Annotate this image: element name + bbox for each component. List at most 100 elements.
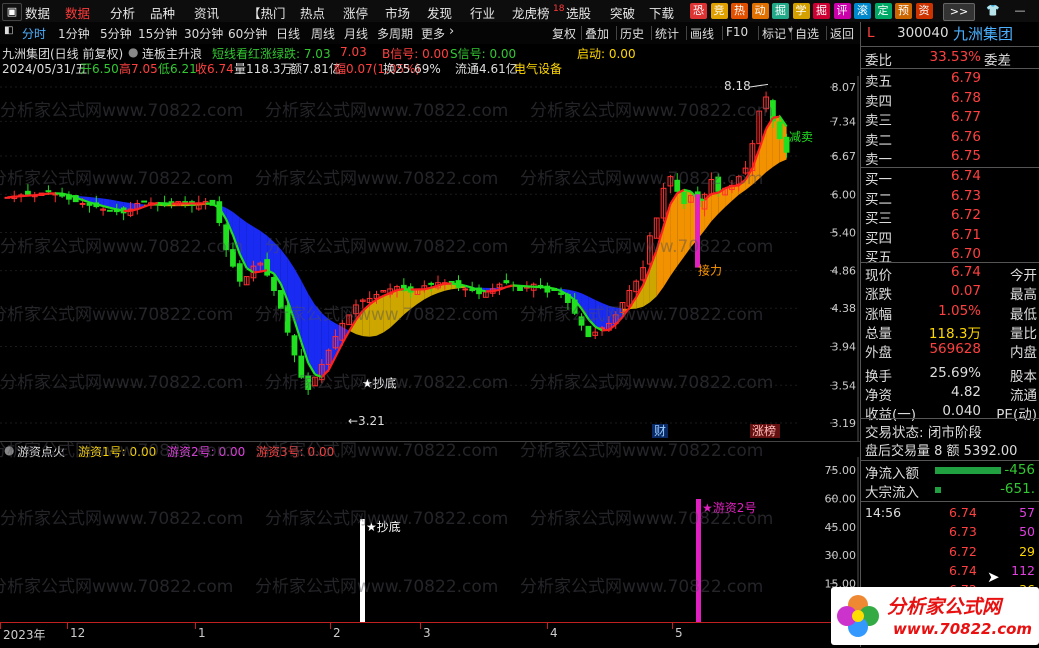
minimize-icon[interactable]: — [1010, 3, 1030, 19]
bid-row-3[interactable]: 买四6.71 [865, 227, 1037, 246]
toolbar-action-7[interactable]: 自选 [795, 25, 819, 42]
quick-button-7[interactable]: 评 [834, 3, 851, 19]
ask-row-2[interactable]: 卖三6.77 [865, 109, 1037, 128]
toolbar-action-5[interactable]: F10 [726, 25, 748, 39]
trend-line [479, 290, 486, 291]
ask-row-3[interactable]: 卖二6.76 [865, 129, 1037, 148]
site-logo: 分析家公式网 www.70822.com [831, 587, 1039, 645]
period-tab-5[interactable]: 60分钟 [228, 25, 267, 42]
tick-row-2: 6.7229 [865, 544, 1037, 563]
indicator-chart[interactable]: 75.0060.0045.0030.0015.00★抄底★游资2号 [0, 457, 860, 622]
ma-band [390, 290, 397, 328]
period-tab-6[interactable]: 日线 [276, 25, 300, 42]
stat-row-5: 换手25.69%股本 [865, 365, 1037, 384]
menu-item-10[interactable]: 行业 [470, 3, 495, 22]
date-axis: 2023年1212345 [0, 622, 860, 648]
net-inflow-row: 净流入额 -456 [865, 462, 1037, 481]
menu-item-0[interactable]: 数据 [25, 3, 50, 22]
y-tick-label: 60.00 [825, 492, 857, 505]
quick-button-2[interactable]: 热 [731, 3, 748, 19]
x-tick-mark [67, 623, 68, 629]
period-tab-3[interactable]: 15分钟 [138, 25, 177, 42]
period-tab-9[interactable]: 多周期 [377, 25, 413, 42]
ask-label: 卖三 [865, 109, 892, 129]
ask-price: 6.78 [951, 90, 981, 106]
menu-item-5[interactable]: 【热门 [248, 3, 286, 22]
menu-item-11[interactable]: 龙虎榜 [512, 3, 550, 22]
bid-row-1[interactable]: 买二6.73 [865, 188, 1037, 207]
ask-row-0[interactable]: 卖五6.79 [865, 70, 1037, 89]
toggle-icon[interactable]: ◧ [4, 25, 13, 36]
menu-item-3[interactable]: 品种 [150, 3, 175, 22]
menu-item-6[interactable]: 热点 [300, 3, 325, 22]
pinwheel-logo-icon [833, 591, 883, 641]
period-tab-7[interactable]: 周线 [311, 25, 335, 42]
toolbar-action-6[interactable]: 标记 [762, 25, 786, 42]
quick-button-4[interactable]: 掘 [772, 3, 789, 19]
candle-body [285, 306, 290, 332]
menu-item-8[interactable]: 市场 [385, 3, 410, 22]
x-tick-mark [420, 623, 421, 629]
quick-button-1[interactable]: 竞 [711, 3, 728, 19]
dropdown-icon: ▾ [788, 25, 793, 36]
toolbar-action-8[interactable]: 返回 [830, 25, 854, 42]
menu-item-7[interactable]: 涨停 [343, 3, 368, 22]
candle-body [237, 264, 242, 281]
menu-item-4[interactable]: 资讯 [194, 3, 219, 22]
trend-line [117, 209, 124, 211]
menu-item-12[interactable]: 选股 [566, 3, 591, 22]
period-tab-4[interactable]: 30分钟 [184, 25, 223, 42]
y-tick-label: 5.40 [832, 226, 857, 239]
period-tab-8[interactable]: 月线 [344, 25, 368, 42]
quick-button-10[interactable]: 预 [895, 3, 912, 19]
more-button[interactable]: >> [943, 3, 975, 21]
toolbar-action-0[interactable]: 复权 [552, 25, 576, 42]
kline-chart[interactable]: 8.077.346.676.005.404.864.383.943.543.19… [0, 76, 860, 441]
period-tab-10[interactable]: 更多 [421, 25, 445, 42]
ask-row-1[interactable]: 卖四6.78 [865, 90, 1037, 109]
quick-button-9[interactable]: 定 [875, 3, 892, 19]
divider [686, 26, 687, 40]
ask-label: 卖五 [865, 70, 892, 90]
menu-item-14[interactable]: 下载 [649, 3, 674, 22]
menu-item-2[interactable]: 分析 [110, 3, 135, 22]
stat-row-1: 涨跌0.07最高 [865, 283, 1037, 302]
ohlc-value-7: 换25.69% [383, 60, 441, 77]
period-tab-0[interactable]: 分时 [22, 25, 46, 42]
menu-item-1[interactable]: 数据 [65, 3, 90, 22]
shirt-icon[interactable]: 👕 [983, 3, 1003, 19]
quick-button-5[interactable]: 学 [793, 3, 810, 19]
toolbar-action-4[interactable]: 画线 [690, 25, 714, 42]
candle-body [675, 180, 680, 191]
signal-bar [360, 519, 365, 622]
candle-body [26, 191, 31, 194]
stat-label: 现价 [865, 264, 892, 284]
trend-line [144, 204, 151, 206]
period-tab-2[interactable]: 5分钟 [100, 25, 132, 42]
x-tick-1: 12 [70, 626, 85, 640]
logo-line2: www.70822.com [893, 620, 1032, 638]
quick-button-11[interactable]: 资 [916, 3, 933, 19]
quick-button-0[interactable]: 恐 [690, 3, 707, 19]
window-icon[interactable]: ▣ [2, 3, 22, 21]
menu-item-13[interactable]: 突破 [610, 3, 635, 22]
tick-price: 6.74 [949, 563, 977, 578]
toolbar-action-2[interactable]: 历史 [620, 25, 644, 42]
stat-tail: 今开 [1010, 264, 1037, 284]
period-tab-1[interactable]: 1分钟 [58, 25, 90, 42]
toolbar-action-3[interactable]: 统计 [655, 25, 679, 42]
bid-label: 买三 [865, 207, 892, 227]
trend-line [506, 285, 513, 287]
quick-button-8[interactable]: 滚 [854, 3, 871, 19]
trade-status: 交易状态: 闭市阶段 [865, 421, 1037, 440]
toolbar-action-1[interactable]: 叠加 [585, 25, 609, 42]
menu-badge: 18 [553, 4, 564, 14]
quick-button-6[interactable]: 掘 [813, 3, 830, 19]
bid-row-2[interactable]: 买三6.72 [865, 207, 1037, 226]
menu-item-9[interactable]: 发现 [427, 3, 452, 22]
bid-row-0[interactable]: 买一6.74 [865, 168, 1037, 187]
indicator-dot-icon: ● [128, 45, 138, 59]
ask-row-4[interactable]: 卖一6.75 [865, 148, 1037, 167]
tick-row-0: 14:566.7457 [865, 505, 1037, 524]
quick-button-3[interactable]: 动 [752, 3, 769, 19]
